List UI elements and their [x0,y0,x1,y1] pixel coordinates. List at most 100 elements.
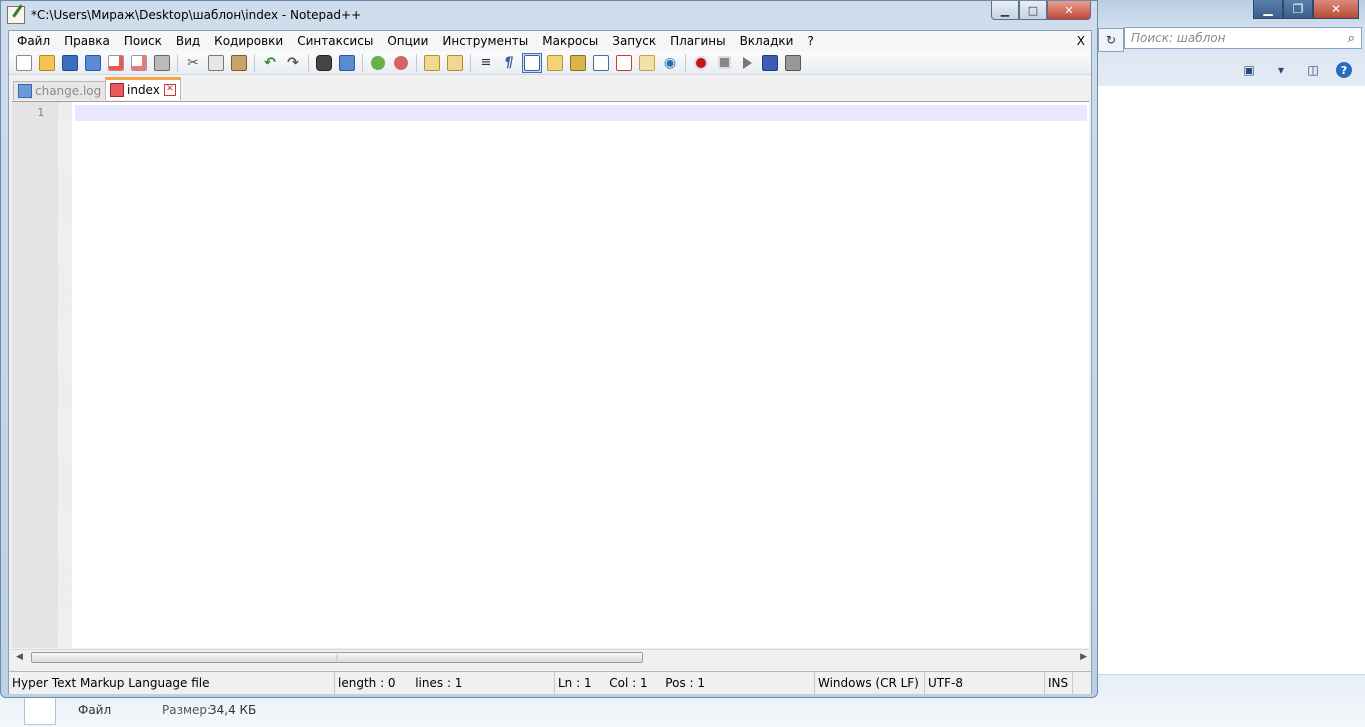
indent-guide-button[interactable] [522,52,542,73]
chevron-down-icon[interactable]: ▾ [1272,62,1290,78]
sync-horizontal-button[interactable] [445,53,465,73]
scroll-right-icon[interactable]: ▶ [1080,652,1087,662]
details-file-type: Файл [78,703,112,717]
notepad-app-icon[interactable] [7,6,25,24]
text-editor[interactable]: 1 [12,101,1089,648]
menu-plugins[interactable]: Плагины [663,31,732,51]
toolbar-separator [470,53,471,72]
close-all-icon [131,54,147,71]
save-all-button[interactable] [83,53,103,73]
show-all-chars-button[interactable]: ¶ [499,53,519,73]
saved-file-icon [18,84,32,98]
cut-button[interactable]: ✂ [183,53,203,73]
close-icon[interactable]: ✕ [1047,1,1091,20]
fast-forward-icon [762,54,778,71]
function-list-button[interactable] [614,53,634,73]
close-document-button[interactable]: X [1077,31,1085,51]
view-icon[interactable]: ▣ [1240,62,1258,78]
minimize-icon[interactable]: ▁ [1253,0,1283,19]
open-file-button[interactable] [37,53,57,73]
toolbar-separator [254,53,255,72]
menu-file[interactable]: Файл [9,31,57,51]
preview-pane-icon[interactable]: ◫ [1304,62,1322,78]
scroll-left-icon[interactable]: ◀ [16,652,23,662]
menu-macro[interactable]: Макросы [535,31,605,51]
document-list-icon [593,54,609,71]
doc-list-button[interactable] [591,53,611,73]
explorer-search-box[interactable]: Поиск: шаблон ⌕ [1124,27,1362,49]
window-controls: ▁ □ ✕ [991,1,1091,20]
status-file-type: Hyper Text Markup Language file [9,672,335,694]
menu-window[interactable]: Вкладки [733,31,801,51]
pilcrow-icon: ¶ [504,54,514,71]
close-button[interactable] [106,53,126,73]
minimize-icon[interactable]: ▁ [991,1,1019,20]
status-lines: lines : 1 [415,676,463,690]
find-button[interactable] [314,53,334,73]
print-button[interactable] [152,53,172,73]
menu-tools[interactable]: Инструменты [435,31,535,51]
sync-vertical-button[interactable] [422,53,442,73]
open-folder-icon [39,54,55,71]
search-icon[interactable]: ⌕ [1348,31,1355,46]
zoom-in-button[interactable] [368,53,388,73]
paste-button[interactable] [229,53,249,73]
menu-settings[interactable]: Опции [380,31,435,51]
unsaved-file-icon [110,83,124,97]
menu-encoding[interactable]: Кодировки [207,31,290,51]
word-wrap-button[interactable]: ≡ [476,53,496,73]
toolbar-separator [416,53,417,72]
search-input[interactable]: Поиск: шаблон [1131,31,1348,45]
save-button[interactable] [60,53,80,73]
monitoring-button[interactable]: ◉ [660,53,680,73]
sync-horizontal-icon [447,54,463,71]
window-title-bar: *C:\Users\Мираж\Desktop\шаблон\index - N… [7,5,361,25]
replace-icon [339,54,355,71]
menu-language[interactable]: Синтаксисы [290,31,380,51]
doc-map-button[interactable] [568,53,588,73]
run-macro-multiple-button[interactable] [760,53,780,73]
fold-margin[interactable] [58,102,72,648]
scroll-thumb[interactable]: ⦙ [31,652,643,663]
maximize-icon[interactable]: □ [1019,1,1047,20]
eye-icon: ◉ [663,54,677,71]
stop-macro-button[interactable] [714,53,734,73]
menu-view[interactable]: Вид [169,31,207,51]
line-number: 1 [37,106,44,119]
replace-button[interactable] [337,53,357,73]
record-macro-button[interactable] [691,53,711,73]
close-icon[interactable]: ✕ [1313,0,1359,19]
word-wrap-icon: ≡ [480,54,492,70]
vertical-scrollbar[interactable] [1087,102,1089,648]
zoom-in-icon [371,55,385,70]
copy-button[interactable] [206,53,226,73]
status-insert-mode: INS [1045,672,1073,694]
user-language-button[interactable] [545,53,565,73]
explorer-window-controls: ▁ ❐ ✕ [1253,0,1359,19]
close-all-button[interactable] [129,53,149,73]
close-icon[interactable]: ✕ [163,84,176,96]
undo-button[interactable]: ↶ [260,53,280,73]
tab-index[interactable]: index ✕ [105,77,181,100]
refresh-arrow-icon[interactable]: ↻ [1098,28,1124,52]
copy-icon [208,54,224,71]
toolbar-separator [362,53,363,72]
menu-edit[interactable]: Правка [57,31,117,51]
horizontal-scrollbar[interactable]: ◀ ⦙ ▶ [12,649,1089,666]
menu-run[interactable]: Запуск [605,31,663,51]
window-title: *C:\Users\Мираж\Desktop\шаблон\index - N… [31,8,362,22]
redo-button[interactable]: ↷ [283,53,303,73]
help-icon[interactable]: ? [1336,62,1352,78]
new-file-button[interactable] [14,53,34,73]
play-macro-button[interactable] [737,53,757,73]
binoculars-icon [316,54,332,71]
save-macro-button[interactable] [783,53,803,73]
folder-workspace-button[interactable] [637,53,657,73]
menu-help[interactable]: ? [800,31,820,51]
status-ln: Ln : 1 [558,676,592,690]
restore-icon[interactable]: ❐ [1283,0,1313,19]
menu-search[interactable]: Поиск [117,31,169,51]
paste-icon [231,54,247,71]
zoom-out-button[interactable] [391,53,411,73]
function-list-icon [616,54,632,71]
